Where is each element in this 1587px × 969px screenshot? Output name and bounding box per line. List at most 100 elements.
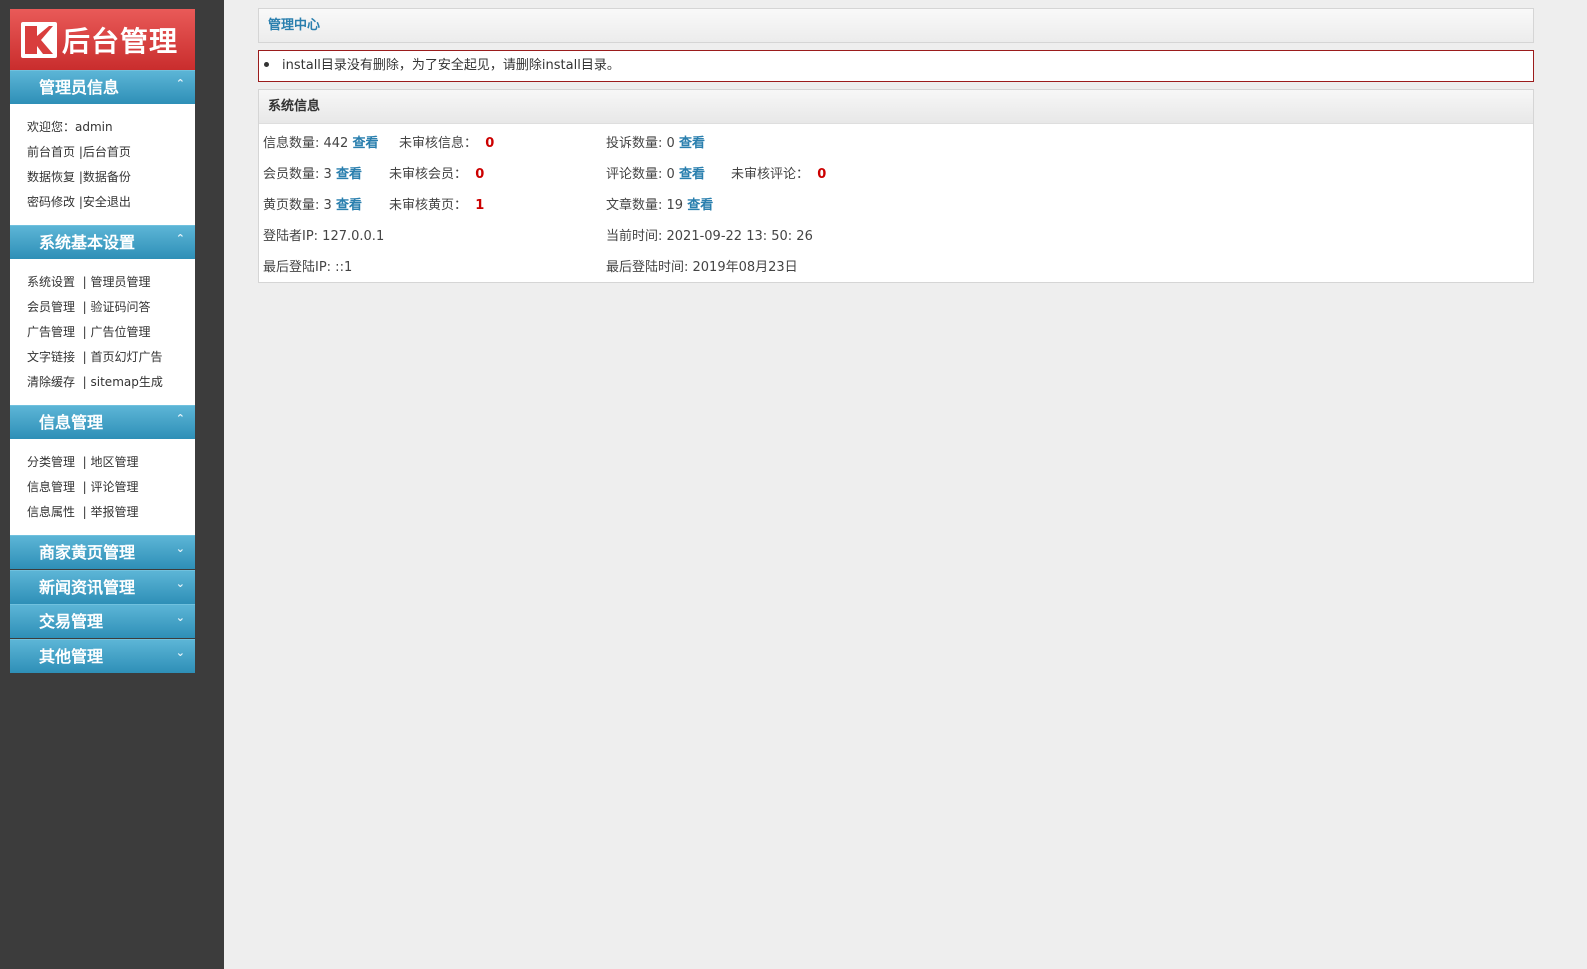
- menu-row: 信息属性 | 举报管理: [27, 500, 195, 525]
- system-info-title: 系统信息: [259, 90, 1533, 124]
- link-ad-slot-manage[interactable]: | 广告位管理: [83, 325, 151, 339]
- article-count-label: 文章数量: 19: [606, 198, 684, 213]
- unreviewed-yellow: 未审核黄页： 1: [389, 194, 484, 213]
- page-title: 管理中心: [259, 9, 1533, 42]
- info-count: 信息数量: 442 查看: [263, 132, 378, 151]
- menu-row: 分类管理 | 地区管理: [27, 450, 195, 475]
- link-admin-manage[interactable]: | 管理员管理: [83, 275, 151, 289]
- chevron-up-icon: ⌃: [175, 77, 185, 90]
- link-comment-manage[interactable]: | 评论管理: [83, 480, 139, 494]
- complaint-count: 投诉数量: 0 查看: [606, 132, 705, 151]
- unreviewed-member: 未审核会员： 0: [389, 163, 484, 182]
- view-member-link[interactable]: 查看: [336, 167, 362, 182]
- menu-title: 其他管理: [39, 647, 104, 666]
- menu-row: 数据恢复 |数据备份: [27, 165, 195, 190]
- member-count: 会员数量: 3 查看: [263, 163, 362, 182]
- menu-title: 系统基本设置: [39, 233, 136, 252]
- link-region-manage[interactable]: | 地区管理: [83, 455, 139, 469]
- menu-head-system-settings[interactable]: 系统基本设置 ⌃: [10, 225, 195, 259]
- menu-title: 管理员信息: [39, 78, 120, 97]
- link-data-restore[interactable]: 数据恢复: [27, 170, 75, 184]
- menu-news: 新闻资讯管理 ⌄: [10, 570, 195, 604]
- chevron-down-icon: ⌄: [175, 577, 185, 590]
- menu-body-info-manage: 分类管理 | 地区管理 信息管理 | 评论管理 信息属性 | 举报管理: [10, 439, 195, 535]
- menu-yellow-pages: 商家黄页管理 ⌄: [10, 535, 195, 569]
- menu-row: 广告管理 | 广告位管理: [27, 320, 195, 345]
- link-admin-home[interactable]: |后台首页: [79, 145, 131, 159]
- sidebar: 后台管理 管理员信息 ⌃ 欢迎您：admin 前台首页 |后台首页 数据恢复 |…: [0, 0, 224, 969]
- menu-head-admin-info[interactable]: 管理员信息 ⌃: [10, 70, 195, 104]
- menu-row: 文字链接 | 首页幻灯广告: [27, 345, 195, 370]
- link-text-links[interactable]: 文字链接: [27, 350, 75, 364]
- link-system-settings[interactable]: 系统设置: [27, 275, 75, 289]
- link-front-home[interactable]: 前台首页: [27, 145, 75, 159]
- logo[interactable]: 后台管理: [10, 9, 195, 71]
- page-title-box: 管理中心: [258, 8, 1534, 43]
- chevron-down-icon: ⌄: [175, 646, 185, 659]
- menu-body-system-settings: 系统设置 | 管理员管理 会员管理 | 验证码问答 广告管理 | 广告位管理 文…: [10, 259, 195, 405]
- yellow-count: 黄页数量: 3 查看: [263, 194, 362, 213]
- menu-admin-info: 管理员信息 ⌃ 欢迎您：admin 前台首页 |后台首页 数据恢复 |数据备份 …: [10, 70, 195, 225]
- view-info-link[interactable]: 查看: [352, 136, 378, 151]
- alert-text: install目录没有删除，为了安全起见，请删除install目录。: [282, 58, 620, 73]
- menu-head-news[interactable]: 新闻资讯管理 ⌄: [10, 570, 195, 604]
- chevron-down-icon: ⌄: [175, 542, 185, 555]
- unreviewed-comment: 未审核评论： 0: [731, 163, 826, 182]
- menu-head-info-manage[interactable]: 信息管理 ⌃: [10, 405, 195, 439]
- yellow-count-label: 黄页数量: 3: [263, 198, 332, 213]
- view-yellow-link[interactable]: 查看: [336, 198, 362, 213]
- menu-head-trade[interactable]: 交易管理 ⌄: [10, 604, 195, 638]
- menu-title: 交易管理: [39, 612, 104, 631]
- system-info-panel: 系统信息 信息数量: 442 查看 未审核信息： 0 投诉数量: 0 查看 会员…: [258, 89, 1534, 283]
- view-complaint-link[interactable]: 查看: [679, 136, 705, 151]
- system-info-body: 信息数量: 442 查看 未审核信息： 0 投诉数量: 0 查看 会员数量: 3…: [259, 124, 1533, 282]
- menu-row: 会员管理 | 验证码问答: [27, 295, 195, 320]
- menu-head-other[interactable]: 其他管理 ⌄: [10, 639, 195, 673]
- unreviewed-info-label: 未审核信息：: [399, 136, 478, 151]
- info-count-label: 信息数量: 442: [263, 136, 349, 151]
- complaint-count-label: 投诉数量: 0: [606, 136, 675, 151]
- view-article-link[interactable]: 查看: [687, 198, 713, 213]
- menu-row: 前台首页 |后台首页: [27, 140, 195, 165]
- link-member-manage[interactable]: 会员管理: [27, 300, 75, 314]
- menu-row: 欢迎您：admin: [27, 115, 195, 140]
- unreviewed-info: 未审核信息： 0: [399, 132, 494, 151]
- link-info-attributes[interactable]: 信息属性: [27, 505, 75, 519]
- menu-head-yellow-pages[interactable]: 商家黄页管理 ⌄: [10, 535, 195, 569]
- link-password-change[interactable]: 密码修改: [27, 195, 75, 209]
- bullet-icon: [264, 62, 269, 67]
- link-ad-manage[interactable]: 广告管理: [27, 325, 75, 339]
- unreviewed-yellow-label: 未审核黄页：: [389, 198, 468, 213]
- current-time: 当前时间: 2021-09-22 13: 50: 26: [606, 229, 813, 244]
- comment-count-label: 评论数量: 0: [606, 167, 675, 182]
- logo-icon: [21, 21, 57, 58]
- article-count: 文章数量: 19 查看: [606, 194, 713, 213]
- link-data-backup[interactable]: |数据备份: [79, 170, 131, 184]
- menu-body-admin-info: 欢迎您：admin 前台首页 |后台首页 数据恢复 |数据备份 密码修改 |安全…: [10, 104, 195, 225]
- unreviewed-member-label: 未审核会员：: [389, 167, 468, 182]
- login-ip: 登陆者IP: 127.0.0.1: [263, 229, 385, 244]
- link-clear-cache[interactable]: 清除缓存: [27, 375, 75, 389]
- link-category-manage[interactable]: 分类管理: [27, 455, 75, 469]
- menu-info-manage: 信息管理 ⌃ 分类管理 | 地区管理 信息管理 | 评论管理 信息属性 | 举报…: [10, 405, 195, 535]
- menu-title: 信息管理: [39, 413, 104, 432]
- chevron-up-icon: ⌃: [175, 412, 185, 425]
- logo-text: 后台管理: [62, 24, 179, 58]
- link-sitemap[interactable]: | sitemap生成: [83, 375, 163, 389]
- view-comment-link[interactable]: 查看: [679, 167, 705, 182]
- alert-message: install目录没有删除，为了安全起见，请删除install目录。: [258, 50, 1534, 82]
- unreviewed-member-value: 0: [475, 167, 485, 182]
- menu-row: 清除缓存 | sitemap生成: [27, 370, 195, 395]
- unreviewed-comment-label: 未审核评论：: [731, 167, 810, 182]
- link-home-slider-ads[interactable]: | 首页幻灯广告: [83, 350, 163, 364]
- link-report-manage[interactable]: | 举报管理: [83, 505, 139, 519]
- menu-row: 信息管理 | 评论管理: [27, 475, 195, 500]
- link-captcha-qa[interactable]: | 验证码问答: [83, 300, 151, 314]
- link-info-manage[interactable]: 信息管理: [27, 480, 75, 494]
- unreviewed-comment-value: 0: [817, 167, 827, 182]
- link-logout[interactable]: |安全退出: [79, 195, 131, 209]
- welcome-text: 欢迎您：admin: [27, 120, 113, 134]
- member-count-label: 会员数量: 3: [263, 167, 332, 182]
- chevron-up-icon: ⌃: [175, 232, 185, 245]
- menu-title: 商家黄页管理: [39, 543, 136, 562]
